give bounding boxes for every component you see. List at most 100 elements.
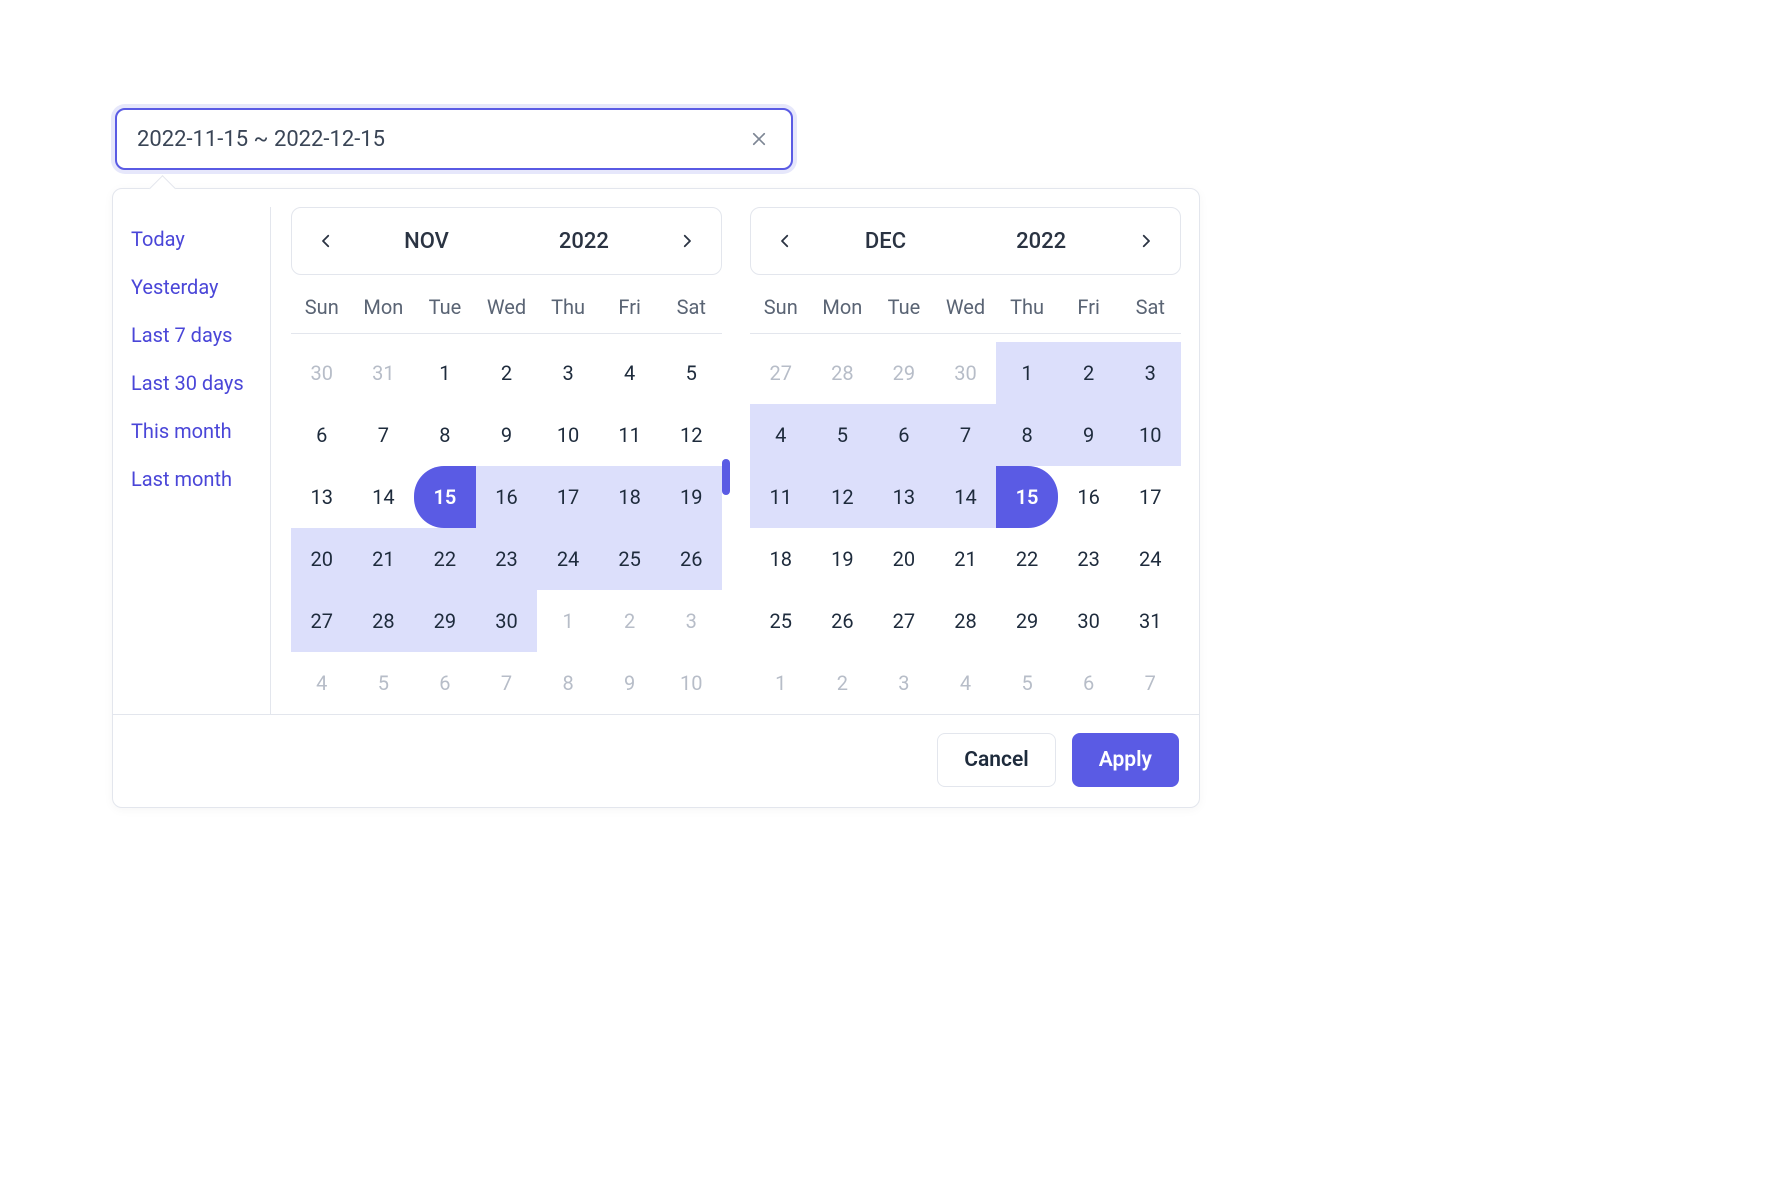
calendar-day[interactable]: 2 <box>1058 342 1120 404</box>
calendar-day[interactable]: 5 <box>996 652 1058 714</box>
calendar-day[interactable]: 25 <box>599 528 661 590</box>
calendar-day[interactable]: 10 <box>537 404 599 466</box>
calendar-day[interactable]: 7 <box>476 652 538 714</box>
calendar-day[interactable]: 11 <box>750 466 812 528</box>
calendar-day[interactable]: 10 <box>660 652 722 714</box>
preset-item[interactable]: This month <box>131 407 270 455</box>
next-month-icon[interactable] <box>1128 223 1164 259</box>
calendar-day[interactable]: 22 <box>996 528 1058 590</box>
calendar-day[interactable]: 4 <box>599 342 661 404</box>
calendar-day[interactable]: 1 <box>414 342 476 404</box>
calendar-day[interactable]: 9 <box>599 652 661 714</box>
calendar-day[interactable]: 26 <box>660 528 722 590</box>
calendar-day[interactable]: 2 <box>599 590 661 652</box>
calendar-day[interactable]: 11 <box>599 404 661 466</box>
calendar-day[interactable]: 8 <box>414 404 476 466</box>
left-year-label[interactable]: 2022 <box>559 229 609 254</box>
calendar-day[interactable]: 21 <box>353 528 415 590</box>
calendar-day[interactable]: 29 <box>873 342 935 404</box>
calendar-day[interactable]: 18 <box>750 528 812 590</box>
calendar-day[interactable]: 30 <box>476 590 538 652</box>
calendar-day[interactable]: 30 <box>935 342 997 404</box>
calendar-day[interactable]: 21 <box>935 528 997 590</box>
left-month-label[interactable]: NOV <box>404 229 449 254</box>
calendar-day[interactable]: 6 <box>873 404 935 466</box>
calendar-day[interactable]: 3 <box>1119 342 1181 404</box>
calendar-day[interactable]: 26 <box>812 590 874 652</box>
calendar-day[interactable]: 10 <box>1119 404 1181 466</box>
preset-item[interactable]: Last 30 days <box>131 359 270 407</box>
calendar-day[interactable]: 27 <box>291 590 353 652</box>
prev-month-icon[interactable] <box>767 223 803 259</box>
next-month-icon[interactable] <box>669 223 705 259</box>
calendar-day[interactable]: 9 <box>1058 404 1120 466</box>
calendar-day[interactable]: 4 <box>291 652 353 714</box>
calendar-day[interactable]: 14 <box>935 466 997 528</box>
calendar-day[interactable]: 13 <box>291 466 353 528</box>
calendar-day[interactable]: 23 <box>1058 528 1120 590</box>
calendar-day[interactable]: 20 <box>291 528 353 590</box>
calendar-day[interactable]: 24 <box>1119 528 1181 590</box>
calendar-day[interactable]: 30 <box>1058 590 1120 652</box>
calendar-day[interactable]: 1 <box>996 342 1058 404</box>
preset-item[interactable]: Yesterday <box>131 263 270 311</box>
calendar-day[interactable]: 5 <box>812 404 874 466</box>
calendar-day[interactable]: 6 <box>1058 652 1120 714</box>
right-year-label[interactable]: 2022 <box>1016 229 1066 254</box>
calendar-day[interactable]: 7 <box>1119 652 1181 714</box>
calendar-day[interactable]: 31 <box>1119 590 1181 652</box>
preset-item[interactable]: Last 7 days <box>131 311 270 359</box>
calendar-day[interactable]: 14 <box>353 466 415 528</box>
calendar-day[interactable]: 29 <box>414 590 476 652</box>
calendar-day[interactable]: 19 <box>660 466 722 528</box>
calendar-day[interactable]: 24 <box>537 528 599 590</box>
calendar-day[interactable]: 5 <box>660 342 722 404</box>
calendar-day[interactable]: 18 <box>599 466 661 528</box>
preset-item[interactable]: Today <box>131 215 270 263</box>
calendar-day[interactable]: 6 <box>291 404 353 466</box>
calendar-day[interactable]: 27 <box>750 342 812 404</box>
calendar-day[interactable]: 3 <box>660 590 722 652</box>
calendar-day[interactable]: 27 <box>873 590 935 652</box>
calendar-day[interactable]: 4 <box>935 652 997 714</box>
calendar-day[interactable]: 31 <box>353 342 415 404</box>
calendar-day[interactable]: 2 <box>476 342 538 404</box>
clear-icon[interactable] <box>747 127 771 151</box>
calendar-day[interactable]: 28 <box>812 342 874 404</box>
calendar-day[interactable]: 12 <box>812 466 874 528</box>
calendar-day[interactable]: 19 <box>812 528 874 590</box>
preset-item[interactable]: Last month <box>131 455 270 503</box>
calendar-day[interactable]: 15 <box>996 466 1058 528</box>
calendar-day[interactable]: 12 <box>660 404 722 466</box>
calendar-day[interactable]: 25 <box>750 590 812 652</box>
calendar-day[interactable]: 3 <box>873 652 935 714</box>
calendar-day[interactable]: 17 <box>1119 466 1181 528</box>
calendar-day[interactable]: 1 <box>750 652 812 714</box>
calendar-day[interactable]: 6 <box>414 652 476 714</box>
calendar-day[interactable]: 30 <box>291 342 353 404</box>
calendar-day[interactable]: 16 <box>1058 466 1120 528</box>
calendar-day[interactable]: 16 <box>476 466 538 528</box>
calendar-day[interactable]: 17 <box>537 466 599 528</box>
calendar-day[interactable]: 2 <box>812 652 874 714</box>
calendar-day[interactable]: 22 <box>414 528 476 590</box>
calendar-day[interactable]: 28 <box>353 590 415 652</box>
calendar-day[interactable]: 15 <box>414 466 476 528</box>
calendar-day[interactable]: 1 <box>537 590 599 652</box>
calendar-day[interactable]: 28 <box>935 590 997 652</box>
calendar-day[interactable]: 7 <box>935 404 997 466</box>
date-range-input[interactable]: 2022-11-15 ~ 2022-12-15 <box>115 108 793 170</box>
calendar-day[interactable]: 13 <box>873 466 935 528</box>
calendar-day[interactable]: 8 <box>996 404 1058 466</box>
prev-month-icon[interactable] <box>308 223 344 259</box>
right-month-label[interactable]: DEC <box>865 229 906 254</box>
calendar-day[interactable]: 3 <box>537 342 599 404</box>
calendar-day[interactable]: 5 <box>353 652 415 714</box>
calendar-day[interactable]: 20 <box>873 528 935 590</box>
calendar-day[interactable]: 29 <box>996 590 1058 652</box>
calendar-day[interactable]: 7 <box>353 404 415 466</box>
cancel-button[interactable]: Cancel <box>937 733 1055 787</box>
calendar-day[interactable]: 9 <box>476 404 538 466</box>
calendar-day[interactable]: 4 <box>750 404 812 466</box>
apply-button[interactable]: Apply <box>1072 733 1179 787</box>
